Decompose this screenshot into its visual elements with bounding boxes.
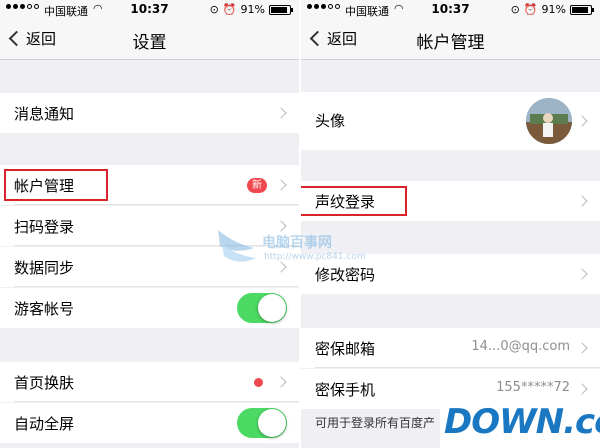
avatar-photo-icon — [526, 98, 572, 144]
chevron-right-icon — [275, 179, 287, 191]
chevron-right-icon — [576, 342, 588, 354]
chevron-right-icon — [275, 220, 287, 232]
settings-row-auto-fullscreen: 自动全屏 — [0, 403, 299, 443]
chevron-right-icon — [576, 195, 588, 207]
battery-icon — [570, 4, 594, 15]
account-row-security-email[interactable]: 密保邮箱 14...0@qq.com — [301, 328, 600, 368]
toggle-knob — [258, 294, 286, 322]
down-cc-logo: DOWN.cc — [440, 398, 600, 448]
status-bar: 中国联通 ◠ 10:37 ⊙ ⏰ 91% — [0, 0, 299, 20]
chevron-right-icon — [275, 261, 287, 273]
settings-row-home-skin[interactable]: 首页换肤 — [0, 362, 299, 402]
row-label: 消息通知 — [14, 105, 75, 123]
avatar — [526, 98, 572, 144]
footnote-text: 可用于登录所有百度产 — [315, 416, 436, 430]
new-dot-indicator — [254, 378, 263, 387]
logo-text: DOWN.cc — [444, 402, 600, 442]
lock-rotation-icon: ⊙ — [510, 3, 520, 16]
guest-account-toggle[interactable] — [237, 293, 287, 323]
battery-percent: 91% — [240, 3, 265, 16]
chevron-right-icon — [275, 107, 287, 119]
page-title: 帐户管理 — [416, 33, 485, 53]
account-row-change-password[interactable]: 修改密码 — [301, 254, 600, 294]
account-row-avatar[interactable]: 头像 — [301, 92, 600, 150]
settings-screen: 中国联通 ◠ 10:37 ⊙ ⏰ 91% 返回 设置 消息通知 帐户管理 新 扫… — [0, 0, 299, 448]
highlight-box — [4, 169, 108, 201]
row-value: 155*****72 — [496, 380, 570, 395]
chevron-right-icon — [275, 376, 287, 388]
row-label: 自动全屏 — [14, 415, 75, 433]
settings-row-guest-account: 游客帐号 — [0, 288, 299, 328]
nav-bar: 返回 帐户管理 — [301, 20, 600, 60]
alarm-icon: ⏰ — [523, 3, 538, 16]
nav-bar: 返回 设置 — [0, 20, 299, 60]
battery-percent: 91% — [541, 3, 566, 16]
new-badge: 新 — [247, 178, 267, 193]
logo-main: DOWN — [444, 402, 564, 442]
alarm-icon: ⏰ — [222, 3, 237, 16]
row-label: 游客帐号 — [14, 300, 75, 318]
row-label: 头像 — [315, 112, 346, 130]
chevron-right-icon — [576, 115, 588, 127]
row-label: 密保手机 — [315, 381, 376, 399]
account-management-screen: 中国联通 ◠ 10:37 ⊙ ⏰ 91% 返回 帐户管理 头像 声纹登录 修改密… — [301, 0, 600, 448]
settings-row-notifications[interactable]: 消息通知 — [0, 93, 299, 133]
highlight-box — [301, 186, 407, 216]
logo-suffix: .cc — [563, 402, 600, 442]
battery-icon — [269, 4, 293, 15]
chevron-right-icon — [576, 383, 588, 395]
page-title: 设置 — [132, 33, 167, 53]
row-label: 修改密码 — [315, 266, 376, 284]
lock-rotation-icon: ⊙ — [209, 3, 219, 16]
row-label: 首页换肤 — [14, 374, 75, 392]
row-value: 14...0@qq.com — [471, 339, 570, 354]
toggle-knob — [258, 409, 286, 437]
row-label: 扫码登录 — [14, 218, 75, 236]
settings-row-scan-login[interactable]: 扫码登录 — [0, 206, 299, 246]
settings-row-data-sync[interactable]: 数据同步 — [0, 247, 299, 287]
status-bar: 中国联通 ◠ 10:37 ⊙ ⏰ 91% — [301, 0, 600, 20]
row-label: 密保邮箱 — [315, 340, 376, 358]
auto-fullscreen-toggle[interactable] — [237, 408, 287, 438]
row-label: 数据同步 — [14, 259, 75, 277]
chevron-right-icon — [576, 268, 588, 280]
